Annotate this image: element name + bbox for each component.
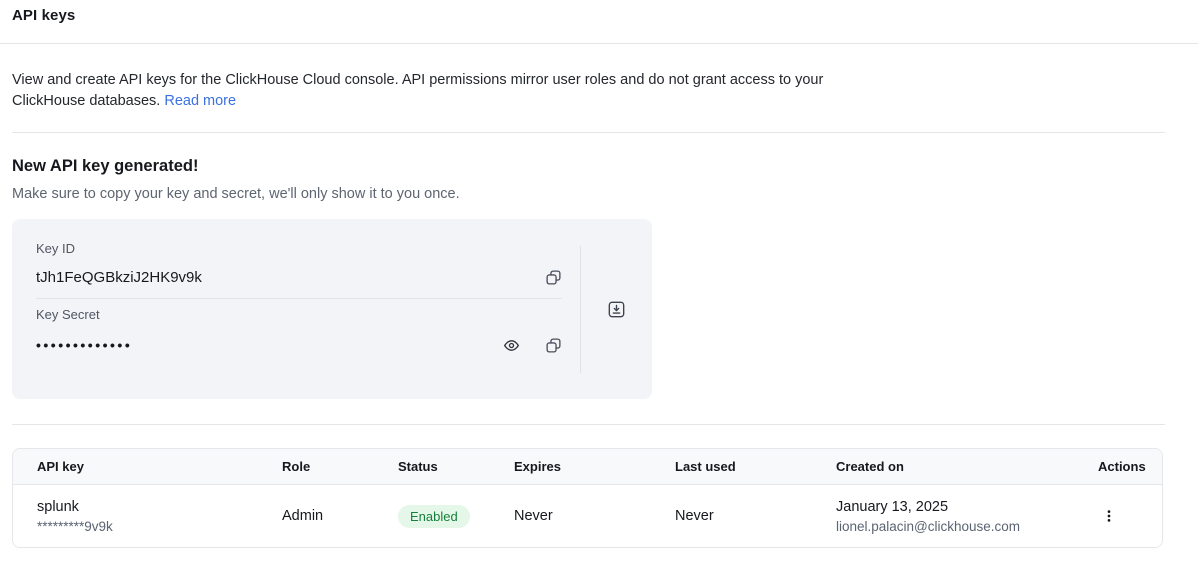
column-header-api-key: API key (37, 459, 282, 474)
download-icon (607, 300, 626, 319)
key-card-fields: Key ID tJh1FeQGBkziJ2HK9v9k Key Secret •… (12, 219, 580, 399)
api-key-name: splunk (37, 497, 282, 517)
api-key-masked: *********9v9k (37, 517, 282, 536)
key-id-value: tJh1FeQGBkziJ2HK9v9k (36, 269, 202, 286)
copy-icon (545, 269, 562, 286)
new-key-title: New API key generated! (12, 157, 1186, 176)
eye-icon (503, 337, 520, 354)
header-divider (0, 43, 1198, 44)
last-used-cell: Never (675, 508, 836, 524)
created-date: January 13, 2025 (836, 497, 1088, 517)
new-key-card: Key ID tJh1FeQGBkziJ2HK9v9k Key Secret •… (12, 219, 652, 399)
column-header-last-used: Last used (675, 459, 836, 474)
page-description: View and create API keys for the ClickHo… (12, 70, 824, 112)
column-header-created-on: Created on (836, 459, 1088, 474)
page-title: API keys (0, 0, 1198, 24)
column-header-status: Status (398, 459, 514, 474)
key-secret-masked-value: ••••••••••••• (36, 337, 132, 353)
kebab-menu-icon (1102, 511, 1116, 526)
copy-secret-button[interactable] (545, 337, 562, 354)
copy-icon (545, 337, 562, 354)
section-divider (12, 424, 1165, 425)
new-key-subtitle: Make sure to copy your key and secret, w… (12, 186, 1186, 202)
row-actions-button[interactable] (1098, 505, 1120, 527)
key-id-label: Key ID (36, 241, 562, 257)
column-header-actions: Actions (1088, 459, 1146, 474)
read-more-link[interactable]: Read more (164, 93, 236, 109)
description-text: View and create API keys for the ClickHo… (12, 72, 823, 109)
api-keys-table: API key Role Status Expires Last used Cr… (12, 448, 1163, 548)
column-header-role: Role (282, 459, 398, 474)
key-card-divider (36, 298, 562, 299)
column-header-expires: Expires (514, 459, 675, 474)
download-key-button[interactable] (607, 300, 626, 319)
copy-key-id-button[interactable] (545, 269, 562, 286)
table-row: splunk *********9v9k Admin Enabled Never… (13, 485, 1162, 547)
description-divider (12, 132, 1165, 133)
reveal-secret-button[interactable] (503, 337, 520, 354)
status-badge: Enabled (398, 505, 470, 528)
expires-cell: Never (514, 508, 675, 524)
table-header-row: API key Role Status Expires Last used Cr… (13, 449, 1162, 485)
role-cell: Admin (282, 508, 398, 524)
key-secret-label: Key Secret (36, 307, 562, 323)
created-by-email: lionel.palacin@clickhouse.com (836, 517, 1088, 536)
